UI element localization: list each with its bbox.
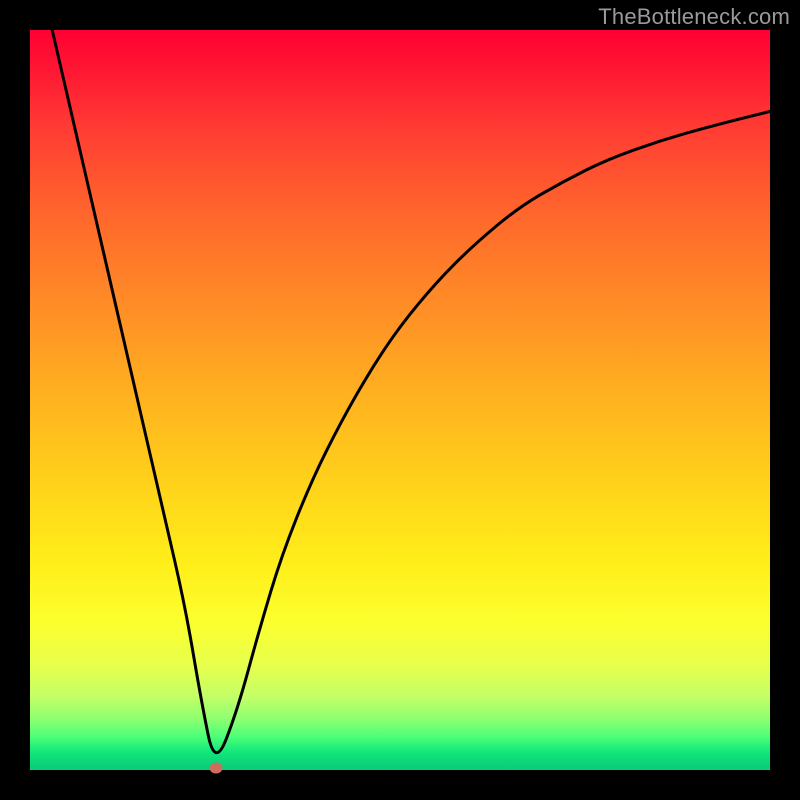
minimum-marker [210,762,223,773]
watermark-text: TheBottleneck.com [598,4,790,30]
bottleneck-curve [52,30,770,753]
curve-svg [30,30,770,770]
plot-area [30,30,770,770]
chart-frame: TheBottleneck.com [0,0,800,800]
